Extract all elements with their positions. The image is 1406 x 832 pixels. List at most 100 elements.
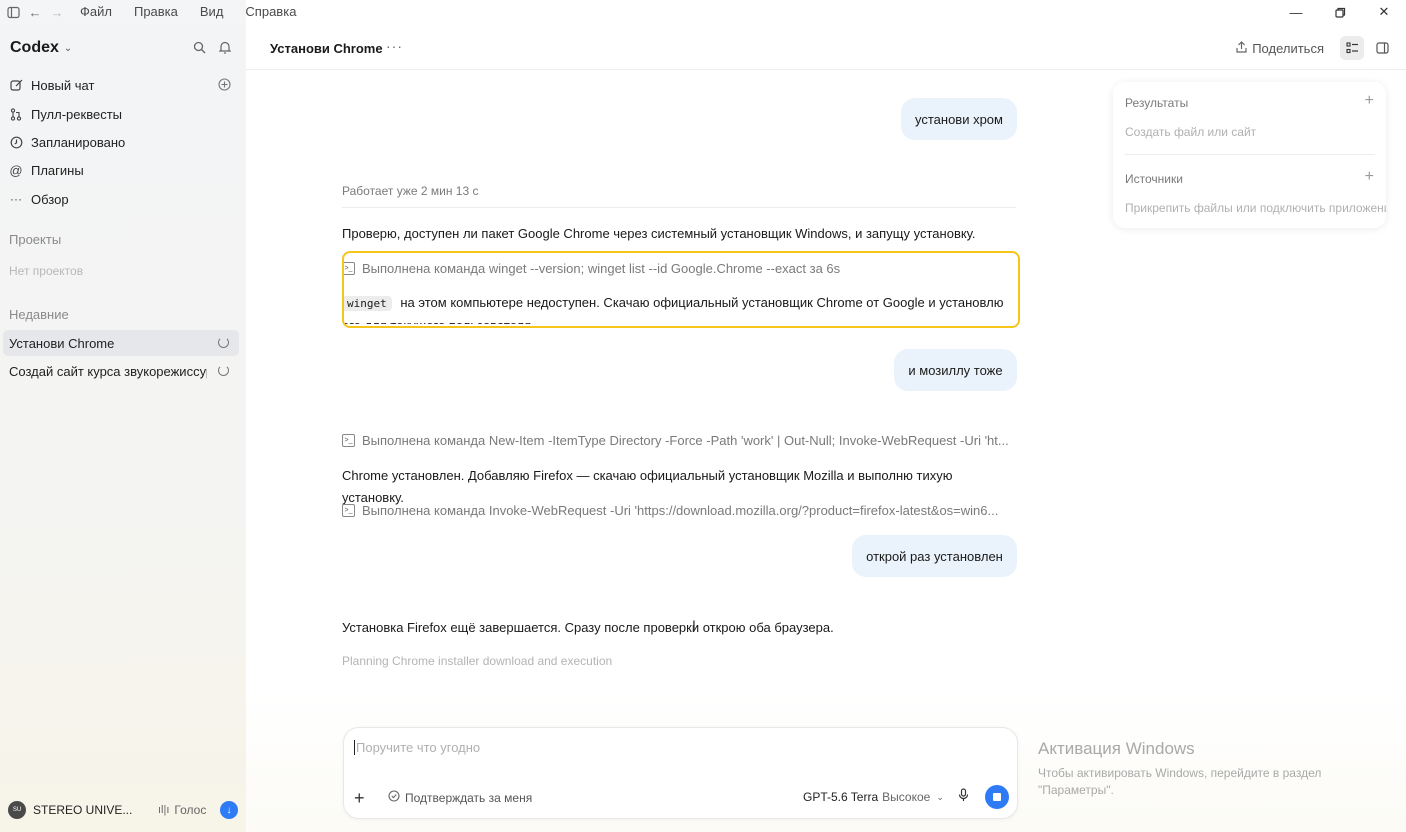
recent-section-label: Недавние	[9, 307, 69, 322]
window-controls: — ✕	[1274, 0, 1406, 24]
download-icon[interactable]: ↓	[220, 801, 238, 819]
approval-mode-button[interactable]: Подтверждать за меня	[388, 790, 532, 805]
menu-bar: Файл Правка Вид Справка	[80, 0, 318, 24]
sidebar-item-new-chat[interactable]: Новый чат	[9, 73, 237, 97]
back-arrow-icon[interactable]: ←	[24, 0, 46, 24]
stop-button[interactable]	[985, 785, 1009, 809]
share-label: Поделиться	[1252, 41, 1324, 56]
sidebar-item-pull-requests[interactable]: Пулл-реквесты	[9, 102, 237, 126]
share-icon	[1236, 41, 1247, 56]
command-log[interactable]: >_ Выполнена команда Invoke-WebRequest -…	[342, 503, 1016, 518]
command-log[interactable]: >_ Выполнена команда New-Item -ItemType …	[342, 433, 1016, 448]
context-panel: Результаты + Создать файл или сайт Источ…	[1113, 82, 1386, 228]
recent-chat-item[interactable]: Создай сайт курса звукорежиссуры	[3, 358, 239, 384]
sidebar-item-label: Плагины	[31, 162, 84, 178]
workspace-switcher[interactable]: Codex ⌄	[10, 39, 72, 57]
command-text: Выполнена команда New-Item -ItemType Dir…	[362, 433, 1009, 448]
panel-icon	[1375, 42, 1389, 54]
menu-edit[interactable]: Правка	[134, 0, 178, 24]
reasoning-level: Высокое	[882, 790, 931, 804]
shield-check-icon	[388, 790, 400, 805]
assistant-message: Проверю, доступен ли пакет Google Chrome…	[342, 226, 976, 241]
share-button[interactable]: Поделиться	[1236, 41, 1324, 56]
user-message: открой раз установлен	[852, 535, 1017, 577]
loading-spinner-icon	[218, 337, 229, 348]
recent-chat-label: Установи Chrome	[9, 335, 115, 351]
composer: + Подтверждать за меня GPT-5.6 Terra Выс…	[343, 727, 1018, 819]
terminal-icon: >_	[342, 262, 355, 275]
command-log[interactable]: >_ Выполнена команда winget --version; w…	[342, 261, 1016, 276]
checklist-toggle-button[interactable]	[1340, 36, 1364, 60]
menu-view[interactable]: Вид	[200, 0, 224, 24]
chevron-down-icon: ⌄	[936, 791, 944, 802]
edit-icon	[9, 78, 23, 92]
sidebar: Codex ⌄ Новый чат Пулл-реквесты Запланир…	[0, 24, 246, 832]
menu-file[interactable]: Файл	[80, 0, 112, 24]
add-source-icon[interactable]: +	[1365, 168, 1374, 186]
waveform-icon: ıl|ı	[158, 804, 170, 816]
sidebar-item-label: Обзор	[31, 191, 69, 207]
model-selector[interactable]: GPT-5.6 Terra Высокое ⌄	[803, 790, 944, 804]
sidebar-item-label: Пулл-реквесты	[31, 106, 122, 122]
watermark-text: Чтобы активировать Windows, перейдите в …	[1038, 766, 1322, 797]
results-action[interactable]: Создать файл или сайт	[1125, 125, 1256, 139]
search-icon[interactable]	[192, 40, 206, 54]
projects-empty-label: Нет проектов	[9, 264, 84, 278]
brand-name: Codex	[10, 39, 59, 56]
pull-request-icon	[9, 107, 23, 121]
clock-icon	[9, 135, 23, 149]
bell-icon[interactable]	[218, 40, 232, 54]
sidebar-item-overview[interactable]: ··· Обзор	[9, 187, 237, 211]
avatar[interactable]: SU	[8, 801, 26, 819]
menu-help[interactable]: Справка	[245, 0, 296, 24]
account-name[interactable]: STEREO UNIVE...	[33, 803, 132, 817]
microphone-icon[interactable]	[958, 788, 969, 805]
prompt-input[interactable]	[354, 740, 994, 755]
thinking-status: Planning Chrome installer download and e…	[342, 654, 613, 668]
terminal-icon: >_	[342, 504, 355, 517]
projects-section-label: Проекты	[9, 232, 62, 247]
sidebar-item-plugins[interactable]: @ Плагины	[9, 158, 237, 182]
model-name: GPT-5.6 Terra	[803, 790, 879, 804]
close-icon[interactable]: ✕	[1362, 0, 1406, 24]
sidebar-item-label: Новый чат	[31, 77, 95, 93]
loading-spinner-icon	[218, 365, 229, 376]
recent-chat-item[interactable]: Установи Chrome	[3, 330, 239, 356]
text-cursor-icon: I	[692, 617, 696, 633]
checklist-icon	[1345, 42, 1358, 54]
title-bar: ← → Файл Правка Вид Справка — ✕	[0, 0, 1406, 24]
add-circle-icon[interactable]	[218, 78, 231, 94]
terminal-icon: >_	[342, 434, 355, 447]
panel-toggle-button[interactable]	[1370, 36, 1394, 60]
account-bar: SU STEREO UNIVE... ıl|ı Голос ↓	[8, 800, 240, 820]
attach-plus-icon[interactable]: +	[354, 788, 365, 809]
assistant-message: winget на этом компьютере недоступен. Ск…	[342, 292, 1016, 324]
forward-arrow-icon[interactable]: →	[46, 0, 68, 24]
restore-icon[interactable]	[1318, 0, 1362, 24]
chat-title: Установи Chrome	[270, 41, 383, 56]
sidebar-toggle-icon[interactable]	[2, 0, 24, 24]
minimize-icon[interactable]: —	[1274, 0, 1318, 24]
sources-action[interactable]: Прикрепить файлы или подключить приложен…	[1125, 201, 1386, 215]
approval-mode-label: Подтверждать за меня	[405, 790, 533, 805]
divider	[342, 207, 1016, 208]
chat-header: Установи Chrome ··· Поделиться	[246, 24, 1406, 70]
sidebar-item-label: Запланировано	[31, 134, 126, 150]
results-title: Результаты	[1125, 96, 1189, 110]
user-message: и мозиллу тоже	[894, 349, 1017, 391]
windows-activation-watermark: Активация Windows Чтобы активировать Win…	[1038, 739, 1378, 799]
assistant-message: Установка Firefox ещё завершается. Сразу…	[342, 620, 834, 635]
command-text: Выполнена команда Invoke-WebRequest -Uri…	[362, 503, 999, 518]
chevron-down-icon: ⌄	[63, 42, 73, 54]
sidebar-item-scheduled[interactable]: Запланировано	[9, 130, 237, 154]
stop-icon	[993, 793, 1001, 801]
recent-chat-label: Создай сайт курса звукорежиссуры	[9, 363, 207, 379]
plugin-icon: @	[9, 162, 23, 178]
sources-title: Источники	[1125, 172, 1183, 186]
voice-button[interactable]: ıl|ı Голос	[158, 803, 206, 817]
add-result-icon[interactable]: +	[1365, 92, 1374, 110]
command-text: Выполнена команда winget --version; wing…	[362, 261, 841, 276]
chat-options-icon[interactable]: ···	[386, 38, 403, 54]
user-message: установи хром	[901, 98, 1017, 140]
assistant-message-text: на этом компьютере недоступен. Скачаю оф…	[342, 295, 1004, 324]
